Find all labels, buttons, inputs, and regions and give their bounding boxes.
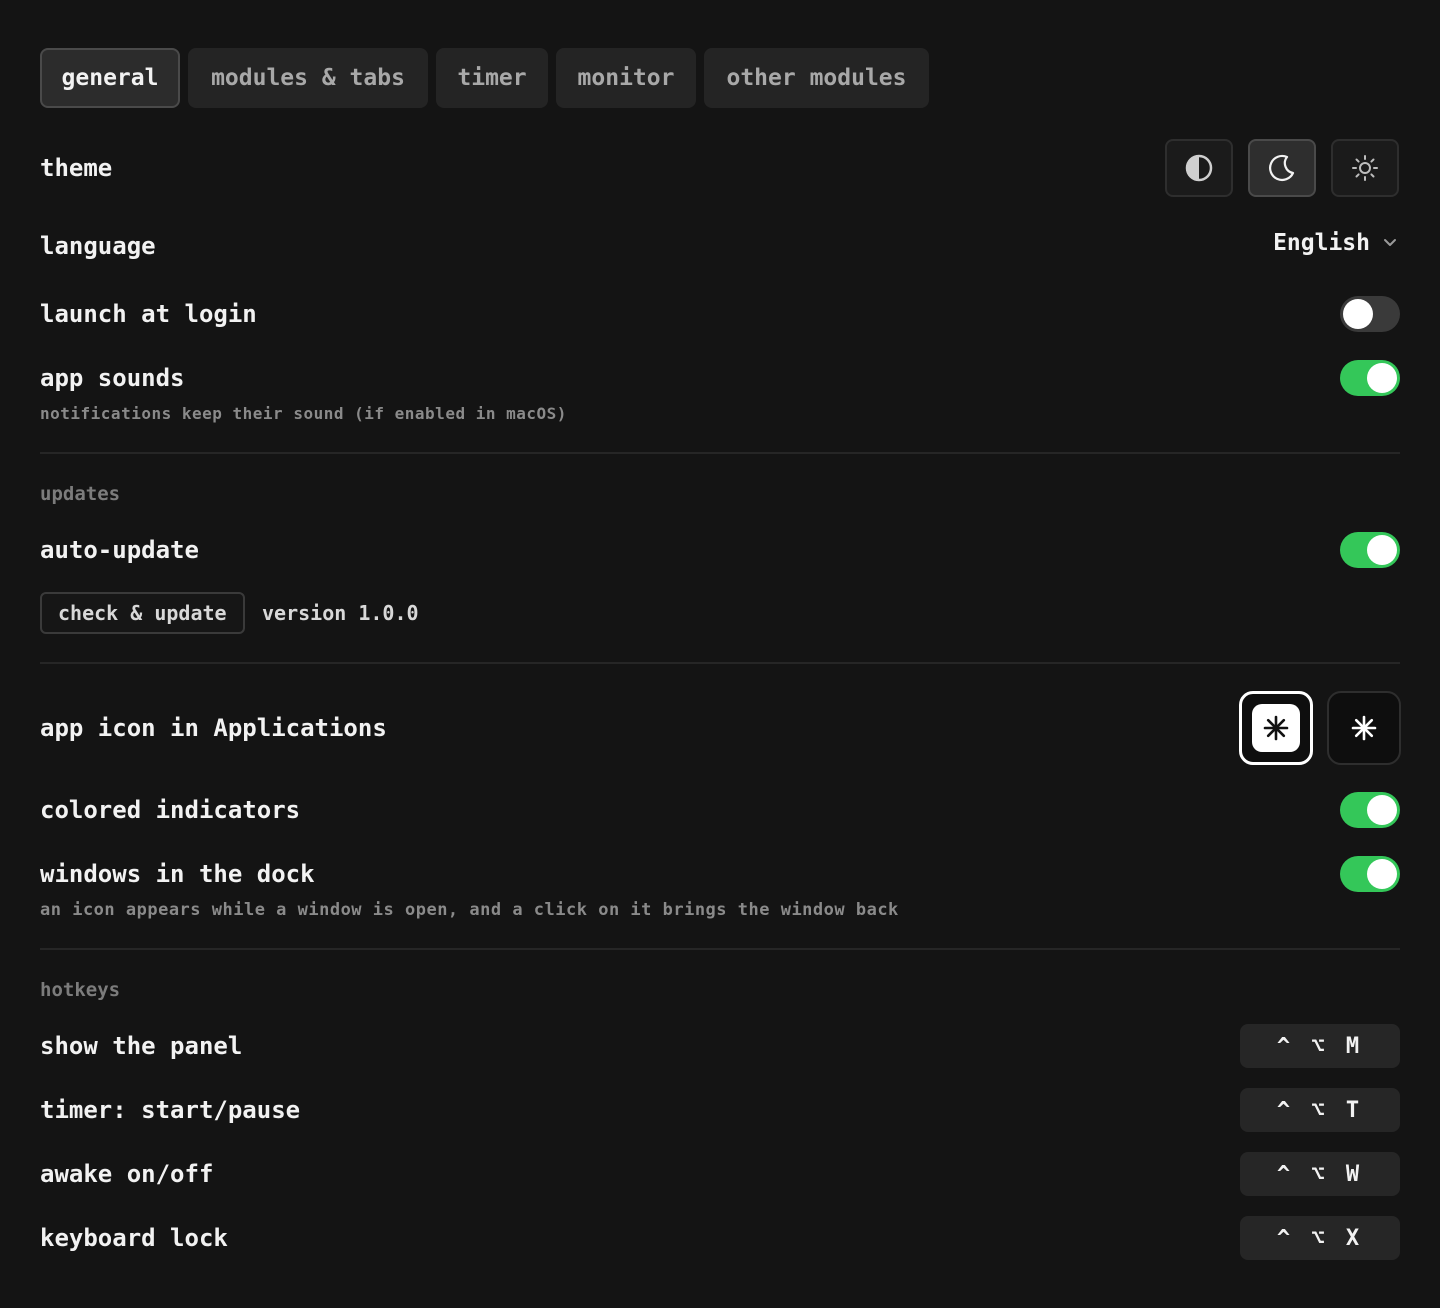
windows-in-dock-note: an icon appears while a window is open, … [40,900,899,920]
hotkey-label-keyboard-lock: keyboard lock [40,1224,228,1252]
divider [40,948,1400,950]
tab-other-modules[interactable]: other modules [704,48,929,108]
hotkey-label-timer: timer: start/pause [40,1096,301,1124]
launch-at-login-toggle[interactable] [1340,296,1400,332]
launch-at-login-label: launch at login [40,300,257,328]
tab-general[interactable]: general [40,48,180,108]
theme-label: theme [40,154,113,182]
theme-light-button[interactable] [1331,139,1399,197]
language-label: language [40,232,156,260]
theme-system-button[interactable] [1165,139,1233,197]
half-circle-icon [1185,154,1213,182]
colored-indicators-label: colored indicators [40,796,301,824]
theme-dark-button[interactable] [1248,139,1316,197]
hotkey-label-show-panel: show the panel [40,1032,243,1060]
app-icon-dark-option[interactable] [1327,691,1401,765]
updates-section-title: updates [40,483,121,505]
chevron-down-icon [1384,239,1396,246]
app-sounds-note: notifications keep their sound (if enabl… [40,404,567,423]
tab-monitor[interactable]: monitor [556,48,696,108]
sun-icon [1352,155,1378,181]
hotkey-timer[interactable]: ^ ⌥ T [1240,1088,1400,1132]
app-icon-label: app icon in Applications [40,714,387,742]
light-asterisk-icon [1252,704,1300,752]
app-icon-light-option[interactable] [1239,691,1313,765]
auto-update-label: auto-update [40,536,199,564]
windows-in-dock-label: windows in the dock [40,860,315,888]
language-select[interactable]: English [1273,230,1398,256]
hotkey-label-awake: awake on/off [40,1160,214,1188]
dark-asterisk-icon [1351,715,1377,741]
app-sounds-toggle[interactable] [1340,360,1400,396]
colored-indicators-toggle[interactable] [1340,792,1400,828]
divider [40,662,1400,664]
hotkey-show-panel[interactable]: ^ ⌥ M [1240,1024,1400,1068]
language-value: English [1273,230,1370,256]
hotkey-awake[interactable]: ^ ⌥ W [1240,1152,1400,1196]
tab-timer[interactable]: timer [436,48,548,108]
tab-modules-and-tabs[interactable]: modules & tabs [188,48,428,108]
divider [40,452,1400,454]
version-text: version 1.0.0 [262,601,419,625]
hotkeys-section-title: hotkeys [40,979,121,1001]
hotkey-keyboard-lock[interactable]: ^ ⌥ X [1240,1216,1400,1260]
auto-update-toggle[interactable] [1340,532,1400,568]
check-and-update-button[interactable]: check & update [40,592,245,634]
app-sounds-label: app sounds [40,364,185,392]
moon-icon [1269,154,1295,182]
windows-in-dock-toggle[interactable] [1340,856,1400,892]
